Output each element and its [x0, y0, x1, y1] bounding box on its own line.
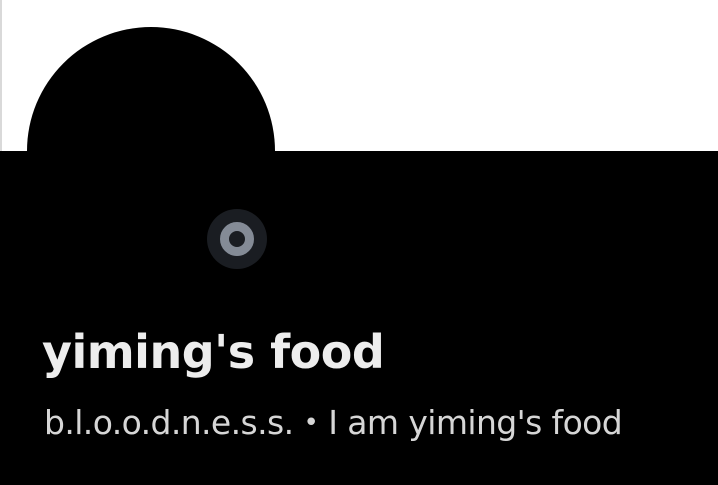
status-ring-icon	[220, 222, 254, 256]
profile-subline: b.l.o.o.d.n.e.s.s. • I am yiming's food	[44, 401, 623, 445]
separator-dot: •	[303, 408, 319, 438]
custom-status-text: I am yiming's food	[328, 403, 623, 442]
banner-edge	[0, 0, 2, 151]
display-name: yiming's food	[42, 325, 385, 379]
username: b.l.o.o.d.n.e.s.s.	[44, 403, 294, 442]
status-indicator	[207, 209, 267, 269]
